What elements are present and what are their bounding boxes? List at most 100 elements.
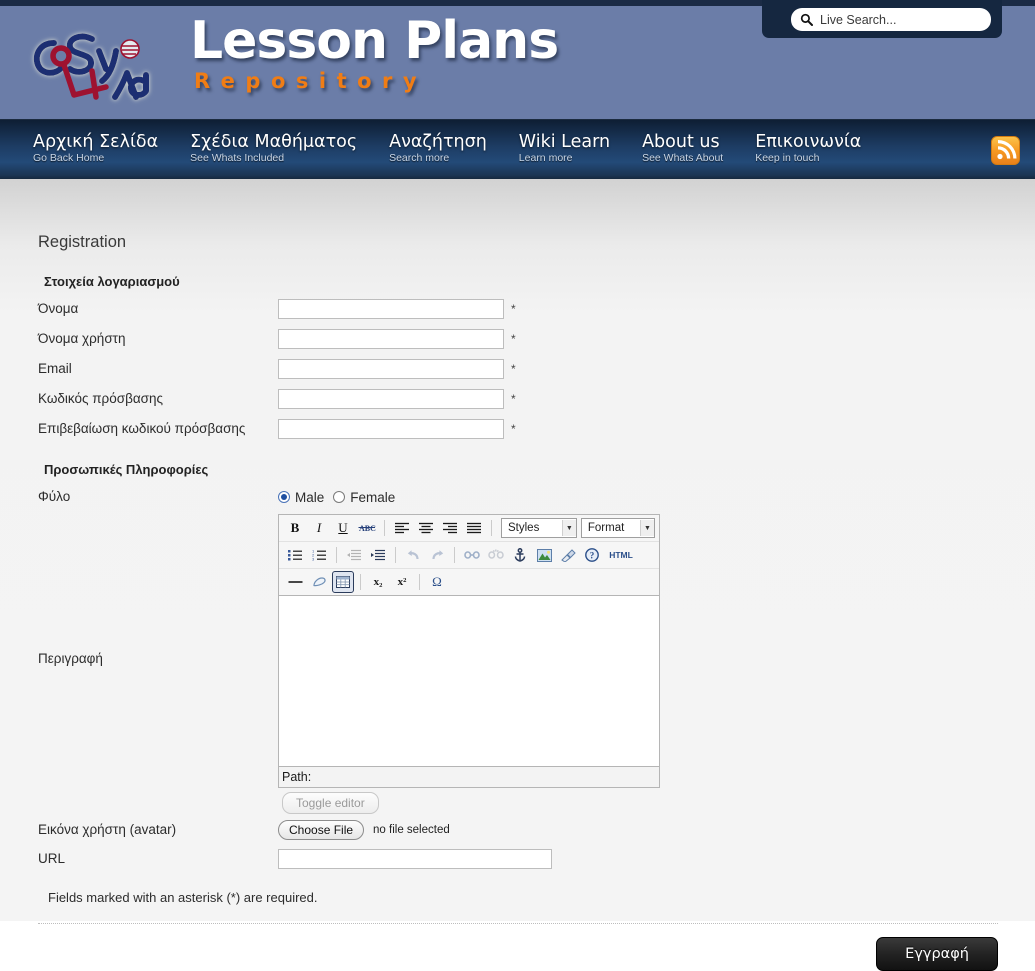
gender-option-female-label: Female xyxy=(350,489,396,505)
field-row-url: URL xyxy=(38,848,998,870)
confirm-password-label: Επιβεβαίωση κωδικού πρόσβασης xyxy=(38,421,246,436)
bold-icon[interactable]: B xyxy=(284,517,306,539)
special-char-label: Ω xyxy=(432,574,442,589)
search-box[interactable] xyxy=(791,8,991,31)
special-char-icon[interactable]: Ω xyxy=(426,571,448,593)
required-asterisk: * xyxy=(511,422,516,436)
superscript-icon[interactable]: x² xyxy=(391,571,413,593)
insert-image-icon[interactable] xyxy=(533,544,555,566)
unlink-icon[interactable] xyxy=(485,544,507,566)
cleanup-icon[interactable] xyxy=(557,544,579,566)
nav-item-label: Επικοινωνία xyxy=(755,132,862,152)
remove-format-icon[interactable] xyxy=(308,571,330,593)
page-body: Registration Στοιχεία λογαριασμού Όνομα … xyxy=(0,179,1035,971)
editor-toolbar-row-2: 123 ? HTML xyxy=(279,542,659,569)
align-left-icon[interactable] xyxy=(391,517,413,539)
password-label: Κωδικός πρόσβασης xyxy=(38,391,163,406)
nav-item-label: Wiki Learn xyxy=(518,132,611,152)
form-divider xyxy=(38,923,998,924)
page-title: Registration xyxy=(38,233,127,251)
username-label: Όνομα χρήστη xyxy=(38,331,126,346)
submit-row: Εγγραφή xyxy=(38,937,998,971)
field-row-password: Κωδικός πρόσβασης * xyxy=(38,388,998,410)
nav-item-lesson-plans[interactable]: Σχέδια Μαθήματος See Whats Included xyxy=(190,132,357,165)
gender-label: Φύλο xyxy=(38,489,71,504)
required-asterisk: * xyxy=(511,302,516,316)
chevron-down-icon: ▼ xyxy=(640,520,654,536)
required-asterisk: * xyxy=(511,362,516,376)
format-select-value: Format xyxy=(587,522,625,534)
link-icon[interactable] xyxy=(461,544,483,566)
gender-radio-male[interactable] xyxy=(278,491,290,503)
editor-content-area[interactable] xyxy=(279,596,659,767)
bullet-list-icon[interactable] xyxy=(284,544,306,566)
nav-items: Αρχική Σελίδα Go Back Home Σχέδια Μαθήμα… xyxy=(33,119,893,179)
insert-table-icon[interactable] xyxy=(332,571,354,593)
nav-item-contact[interactable]: Επικοινωνία Keep in touch xyxy=(755,132,861,165)
name-input[interactable] xyxy=(278,299,504,319)
rss-icon[interactable] xyxy=(991,136,1020,165)
toolbar-separator xyxy=(491,520,492,536)
underline-icon[interactable]: U xyxy=(332,517,354,539)
nav-item-home[interactable]: Αρχική Σελίδα Go Back Home xyxy=(33,132,158,165)
editor-toolbar-row-1: B I U ABC Styles ▼ Format ▼ xyxy=(279,515,659,542)
account-section-legend: Στοιχεία λογαριασμού xyxy=(44,274,180,289)
main-navigation: Αρχική Σελίδα Go Back Home Σχέδια Μαθήμα… xyxy=(0,119,1035,179)
field-row-description: Περιγραφή B I U ABC Styles ▼ Format ▼ 1 … xyxy=(38,514,998,788)
outdent-icon[interactable] xyxy=(343,544,365,566)
field-row-name: Όνομα * xyxy=(38,298,998,320)
gender-radio-female[interactable] xyxy=(333,491,346,503)
gender-option-male-label: Male xyxy=(295,489,325,505)
subscript-icon[interactable]: x₂ xyxy=(367,571,389,593)
nav-item-label: Σχέδια Μαθήματος xyxy=(190,132,358,152)
rss-glyph xyxy=(997,140,1017,160)
styles-select[interactable]: Styles ▼ xyxy=(501,518,577,538)
numbered-list-icon[interactable]: 123 xyxy=(308,544,330,566)
password-input[interactable] xyxy=(278,389,504,409)
required-asterisk: * xyxy=(511,332,516,346)
url-label: URL xyxy=(38,851,66,866)
nav-item-about-us[interactable]: About us See Whats About xyxy=(642,132,723,165)
anchor-icon[interactable] xyxy=(509,544,531,566)
field-row-avatar: Εικόνα χρήστη (avatar) Choose File no fi… xyxy=(38,820,998,840)
align-justify-icon[interactable] xyxy=(463,517,485,539)
format-select[interactable]: Format ▼ xyxy=(580,518,655,538)
url-input[interactable] xyxy=(278,849,552,869)
html-source-icon[interactable]: HTML xyxy=(605,544,637,566)
registration-form: Registration Στοιχεία λογαριασμού Όνομα … xyxy=(38,179,998,971)
align-center-icon[interactable] xyxy=(415,517,437,539)
field-row-username: Όνομα χρήστη * xyxy=(38,328,998,350)
nav-item-subtitle: Keep in touch xyxy=(755,152,820,164)
indent-icon[interactable] xyxy=(367,544,389,566)
cosylab-logo[interactable] xyxy=(20,13,170,108)
nav-item-subtitle: Learn more xyxy=(518,152,573,164)
rich-text-editor: B I U ABC Styles ▼ Format ▼ 1 2 3 ? HTML… xyxy=(278,514,660,788)
svg-text:?: ? xyxy=(590,550,595,560)
editor-status-path: Path: xyxy=(279,767,659,787)
nav-item-subtitle: Go Back Home xyxy=(33,152,105,164)
choose-file-button[interactable]: Choose File xyxy=(278,820,365,840)
help-icon[interactable]: ? xyxy=(581,544,603,566)
email-input[interactable] xyxy=(278,359,504,379)
strikethrough-icon[interactable]: ABC xyxy=(356,517,378,539)
svg-text:ABC: ABC xyxy=(359,524,376,533)
confirm-password-input[interactable] xyxy=(278,419,504,439)
search-input[interactable] xyxy=(820,10,980,29)
toolbar-separator xyxy=(360,574,361,590)
required-asterisk: * xyxy=(511,392,516,406)
nav-item-search[interactable]: Αναζήτηση Search more xyxy=(389,132,487,165)
undo-icon[interactable] xyxy=(402,544,424,566)
toggle-editor-button[interactable]: Toggle editor xyxy=(282,792,379,814)
brand-subtitle: Repository xyxy=(194,69,428,93)
horizontal-rule-icon[interactable] xyxy=(284,571,306,593)
toolbar-separator xyxy=(384,520,385,536)
toolbar-separator xyxy=(336,547,337,563)
nav-item-wiki-learn[interactable]: Wiki Learn Learn more xyxy=(519,132,610,165)
italic-icon[interactable]: I xyxy=(308,517,330,539)
register-submit-button[interactable]: Εγγραφή xyxy=(876,937,998,971)
redo-icon[interactable] xyxy=(426,544,448,566)
username-input[interactable] xyxy=(278,329,504,349)
avatar-label: Εικόνα χρήστη (avatar) xyxy=(38,822,177,837)
nav-item-subtitle: See Whats Included xyxy=(190,152,285,164)
align-right-icon[interactable] xyxy=(439,517,461,539)
